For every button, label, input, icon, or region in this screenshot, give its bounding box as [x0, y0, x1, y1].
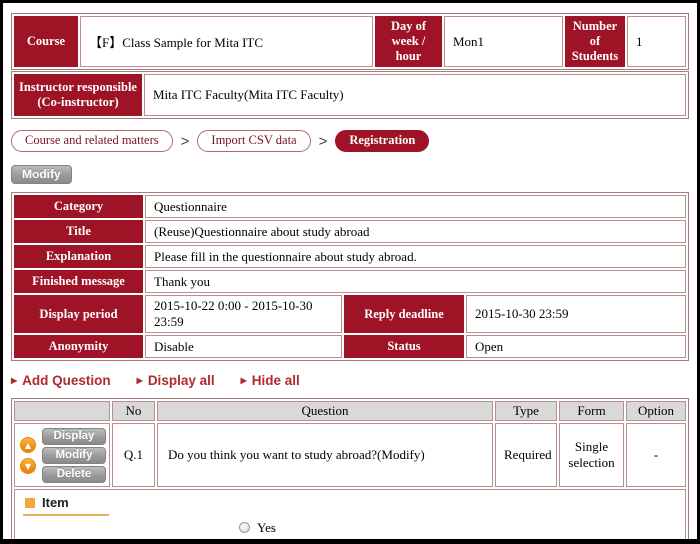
status-value: Open — [466, 335, 686, 358]
question-option: - — [626, 423, 686, 487]
instructor-value: Mita ITC Faculty(Mita ITC Faculty) — [144, 74, 686, 116]
reply-deadline-label: Reply deadline — [344, 295, 464, 333]
anonymity-value: Disable — [145, 335, 342, 358]
course-label: Course — [14, 16, 78, 67]
question-table: No Question Type Form Option ▲ ▼ Display… — [11, 398, 689, 544]
item-section-header: Item — [23, 495, 109, 516]
display-period-label: Display period — [14, 295, 143, 333]
instructor-label: Instructor responsible (Co-instructor) — [14, 74, 142, 116]
question-table-header-row: No Question Type Form Option — [14, 401, 686, 421]
item-section-label: Item — [42, 495, 69, 510]
item-option-no: No — [239, 536, 677, 544]
question-text: Do you think you want to study abroad?(M… — [157, 423, 493, 487]
number-of-students-label: Number of Students — [565, 16, 625, 67]
item-option-yes: Yes — [239, 519, 677, 536]
move-down-icon[interactable]: ▼ — [20, 458, 36, 474]
col-header-option: Option — [626, 401, 686, 421]
question-row: ▲ ▼ Display Modify Delete Q.1 Do you thi… — [14, 423, 686, 487]
category-label: Category — [14, 195, 143, 218]
course-info-table: Course 【F】Class Sample for Mita ITC Day … — [11, 13, 689, 70]
course-value: 【F】Class Sample for Mita ITC — [80, 16, 373, 67]
questionnaire-detail-table: Category Questionnaire Title (Reuse)Ques… — [11, 192, 689, 361]
move-up-icon[interactable]: ▲ — [20, 437, 36, 453]
reply-deadline-value: 2015-10-30 23:59 — [466, 295, 686, 333]
hide-all-link[interactable]: ▶ Hide all — [241, 373, 300, 388]
question-no: Q.1 — [112, 423, 155, 487]
display-button[interactable]: Display — [42, 428, 106, 445]
title-value: (Reuse)Questionnaire about study abroad — [145, 220, 686, 243]
item-row: Item Yes No — [14, 489, 686, 544]
question-type: Required — [495, 423, 557, 487]
finished-message-value: Thank you — [145, 270, 686, 293]
status-label: Status — [344, 335, 464, 358]
explanation-label: Explanation — [14, 245, 143, 268]
modify-button[interactable]: Modify — [11, 165, 72, 184]
radio-yes[interactable] — [239, 522, 250, 533]
question-actions-row: ▶ Add Question ▶ Display all ▶ Hide all — [11, 373, 689, 388]
question-row-actions: ▲ ▼ Display Modify Delete — [14, 423, 110, 487]
add-question-link[interactable]: ▶ Add Question — [11, 373, 111, 388]
category-value: Questionnaire — [145, 195, 686, 218]
item-options: Yes No — [239, 519, 677, 544]
col-header-type: Type — [495, 401, 557, 421]
display-all-link[interactable]: ▶ Display all — [137, 373, 215, 388]
hide-all-label: Hide all — [252, 373, 300, 388]
breadcrumb-separator-icon: > — [181, 133, 190, 150]
title-label: Title — [14, 220, 143, 243]
add-question-label: Add Question — [22, 373, 111, 388]
display-all-label: Display all — [148, 373, 215, 388]
delete-button[interactable]: Delete — [42, 466, 106, 483]
question-form: Single selection — [559, 423, 624, 487]
item-bullet-icon — [25, 498, 35, 508]
modify-question-button[interactable]: Modify — [42, 447, 106, 464]
col-header-actions — [14, 401, 110, 421]
col-header-form: Form — [559, 401, 624, 421]
instructor-table: Instructor responsible (Co-instructor) M… — [11, 71, 689, 119]
number-of-students-value: 1 — [627, 16, 686, 67]
display-period-value: 2015-10-22 0:00 - 2015-10-30 23:59 — [145, 295, 342, 333]
radio-no-label: No — [257, 537, 273, 544]
link-arrow-icon: ▶ — [241, 376, 247, 385]
col-header-question: Question — [157, 401, 493, 421]
link-arrow-icon: ▶ — [137, 376, 143, 385]
anonymity-label: Anonymity — [14, 335, 143, 358]
breadcrumb-import-csv-data[interactable]: Import CSV data — [197, 130, 310, 152]
explanation-value: Please fill in the questionnaire about s… — [145, 245, 686, 268]
link-arrow-icon: ▶ — [11, 376, 17, 385]
day-of-week-label: Day of week / hour — [375, 16, 442, 67]
col-header-no: No — [112, 401, 155, 421]
radio-no[interactable] — [239, 539, 250, 544]
breadcrumb: Course and related matters > Import CSV … — [11, 130, 689, 152]
page-frame: Course 【F】Class Sample for Mita ITC Day … — [0, 0, 700, 544]
radio-yes-label: Yes — [257, 520, 276, 536]
breadcrumb-separator-icon: > — [319, 133, 328, 150]
breadcrumb-registration-active[interactable]: Registration — [335, 130, 429, 152]
day-of-week-value: Mon1 — [444, 16, 563, 67]
finished-message-label: Finished message — [14, 270, 143, 293]
breadcrumb-course-and-related-matters[interactable]: Course and related matters — [11, 130, 173, 152]
